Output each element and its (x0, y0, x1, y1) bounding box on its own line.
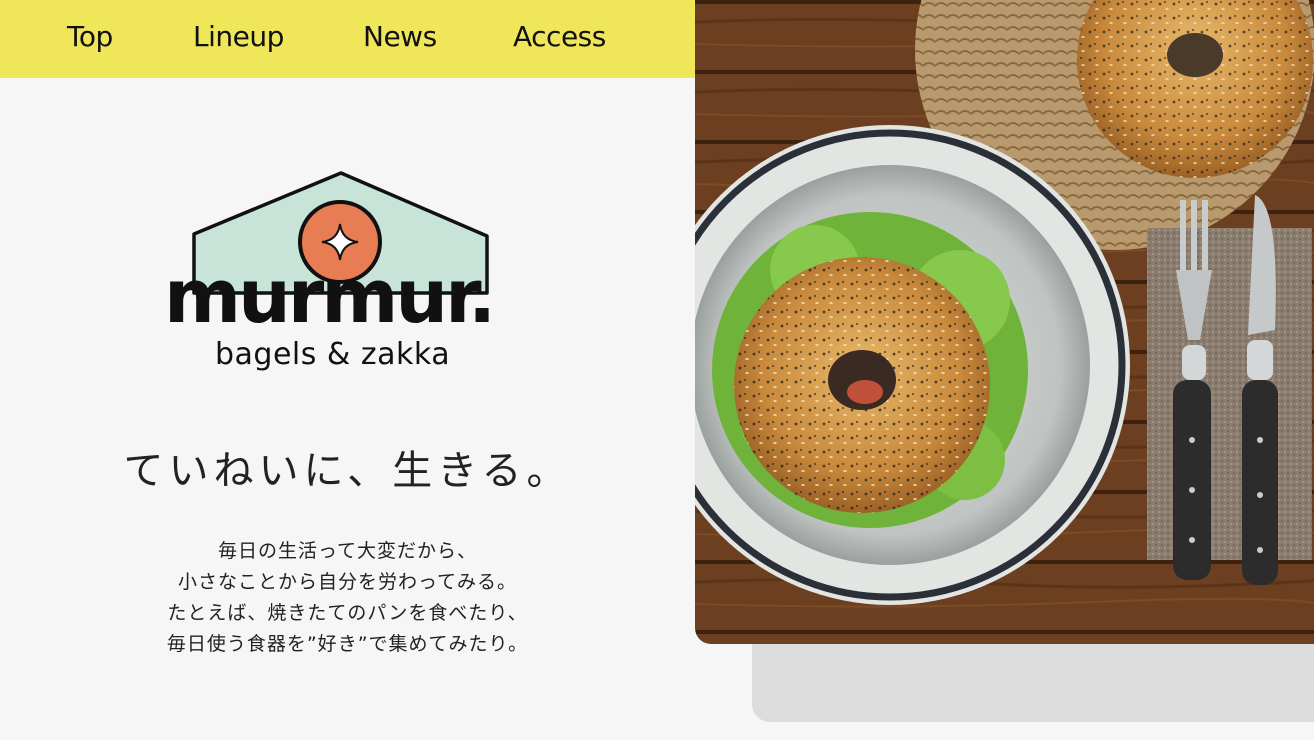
description-line: 毎日の生活って大変だから、 (217, 540, 478, 562)
brand-subtitle: bagels & zakka (215, 337, 451, 372)
description-line: たとえば、焼きたてのパンを食べたり、 (167, 602, 528, 624)
hero-tagline: ていねいに、生きる。 (123, 448, 572, 494)
description-line: 毎日使う食器を”好き”で集めてみたり。 (166, 633, 529, 655)
brand-logo[interactable]: murmur. bagels & zakka (160, 168, 540, 383)
bagel-plate-photo (695, 0, 1314, 644)
top-nav: Top Lineup News Access (0, 0, 695, 78)
brand-name: murmur. (164, 254, 496, 340)
decorative-panel (752, 640, 1314, 722)
hero-description: 毎日の生活って大変だから、 小さなことから自分を労わってみる。 たとえば、焼きた… (0, 536, 695, 660)
nav-item-news[interactable]: News (363, 20, 437, 53)
nav-item-lineup[interactable]: Lineup (193, 20, 284, 53)
nav-item-top[interactable]: Top (67, 20, 113, 53)
description-line: 小さなことから自分を労わってみる。 (177, 571, 518, 593)
nav-item-access[interactable]: Access (513, 20, 606, 53)
hero-photo (695, 0, 1314, 644)
